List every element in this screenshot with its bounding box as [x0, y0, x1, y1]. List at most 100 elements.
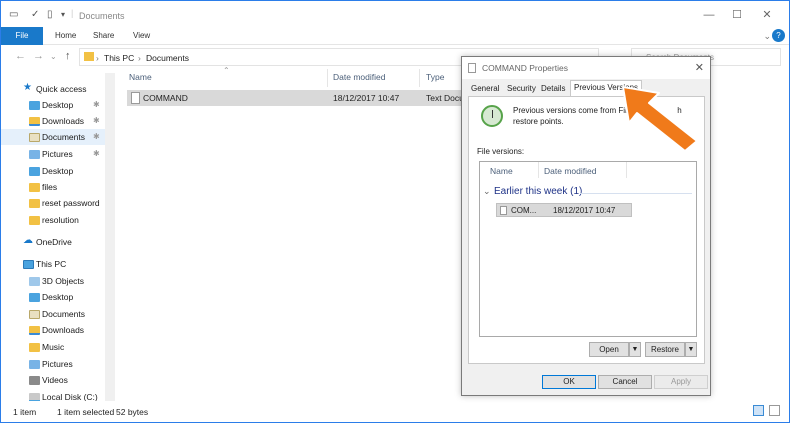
- sidebar-item-label: Quick access: [36, 84, 87, 94]
- ribbon-expand-chevron-icon[interactable]: ⌄: [763, 31, 771, 42]
- properties-check-icon[interactable]: ✓: [31, 9, 39, 20]
- recent-locations-chevron-icon[interactable]: ⌄: [50, 52, 57, 61]
- documents-folder-icon: [29, 310, 40, 319]
- breadcrumb-separator-icon: ›: [138, 53, 141, 63]
- music-folder-icon: [29, 343, 40, 352]
- restore-dropdown-icon[interactable]: ▼: [685, 342, 697, 357]
- help-icon[interactable]: ?: [772, 29, 785, 42]
- sidebar-item-files[interactable]: files: [1, 179, 105, 195]
- tab-security[interactable]: Security: [504, 82, 539, 96]
- sidebar-item-label: reset password: [42, 198, 100, 208]
- sidebar-item-label: Downloads: [42, 116, 85, 126]
- sidebar-item-videos[interactable]: Videos: [1, 372, 105, 388]
- sidebar-item-pc-desktop[interactable]: Desktop: [1, 289, 105, 305]
- sidebar-item-label: Documents: [42, 309, 85, 319]
- up-arrow-icon[interactable]: ↑: [65, 50, 71, 62]
- details-view-icon[interactable]: [753, 405, 764, 416]
- column-divider[interactable]: [327, 69, 328, 87]
- column-header-type[interactable]: Type: [426, 72, 444, 82]
- column-divider[interactable]: [626, 162, 627, 178]
- large-icons-view-icon[interactable]: [769, 405, 780, 416]
- group-header[interactable]: Earlier this week (1): [494, 186, 582, 197]
- downloads-folder-icon: [29, 326, 40, 335]
- column-header-date-modified[interactable]: Date modified: [544, 166, 596, 176]
- pin-icon: ✱: [93, 132, 100, 141]
- sidebar-item-label: Pictures: [42, 359, 73, 369]
- sidebar-item-label: Local Disk (C:): [42, 392, 98, 401]
- forward-arrow-icon[interactable]: →: [33, 50, 44, 62]
- open-dropdown-icon[interactable]: ▼: [629, 342, 641, 357]
- sidebar-item-downloads[interactable]: Downloads ✱: [1, 113, 105, 129]
- sidebar-item-pc-downloads[interactable]: Downloads: [1, 322, 105, 338]
- sidebar-item-documents[interactable]: Documents ✱: [1, 129, 105, 145]
- desktop-folder-icon: [29, 293, 40, 302]
- dialog-close-button[interactable]: ✕: [695, 61, 704, 74]
- tab-details[interactable]: Details: [538, 82, 568, 96]
- maximize-button[interactable]: ☐: [727, 8, 747, 22]
- description-line-2: restore points.: [513, 117, 564, 126]
- sidebar-item-pictures[interactable]: Pictures ✱: [1, 146, 105, 162]
- sidebar-item-label: Videos: [42, 375, 68, 385]
- new-folder-icon[interactable]: ▯: [47, 9, 53, 20]
- sidebar-scrollbar[interactable]: [105, 73, 115, 401]
- tab-share[interactable]: Share: [85, 27, 122, 45]
- group-divider: [580, 193, 692, 194]
- sidebar-item-quick-access[interactable]: ★ Quick access: [1, 81, 105, 97]
- pin-icon: ✱: [93, 116, 100, 125]
- breadcrumb-separator-icon: ›: [96, 53, 99, 63]
- breadcrumb-this-pc[interactable]: This PC: [104, 53, 134, 63]
- table-row[interactable]: COMMAND 18/12/2017 10:47 Text Docu: [127, 90, 464, 106]
- sidebar-item-desktop-2[interactable]: Desktop: [1, 163, 105, 179]
- sidebar-item-3d-objects[interactable]: 3D Objects: [1, 273, 105, 289]
- version-row[interactable]: COM... 18/12/2017 10:47: [496, 203, 632, 217]
- minimize-button[interactable]: —: [699, 8, 719, 22]
- sidebar-item-this-pc[interactable]: This PC: [1, 256, 105, 272]
- sidebar-item-label: Documents: [42, 132, 85, 142]
- pointer-arrow-icon: [622, 86, 698, 152]
- sidebar-item-desktop[interactable]: Desktop ✱: [1, 97, 105, 113]
- status-item-count: 1 item: [13, 407, 37, 417]
- apply-button[interactable]: Apply: [654, 375, 708, 389]
- sidebar-item-resolution[interactable]: resolution: [1, 212, 105, 228]
- quick-access-folder-icon[interactable]: ▭: [9, 9, 18, 20]
- open-button[interactable]: Open: [589, 342, 629, 357]
- sidebar-item-pc-documents[interactable]: Documents: [1, 306, 105, 322]
- column-divider[interactable]: [538, 162, 539, 178]
- sidebar-item-music[interactable]: Music: [1, 339, 105, 355]
- address-folder-icon: [84, 52, 94, 61]
- sidebar-item-onedrive[interactable]: ☁ OneDrive: [1, 234, 105, 250]
- downloads-folder-icon: [29, 117, 40, 126]
- cancel-button[interactable]: Cancel: [598, 375, 652, 389]
- sidebar-item-reset-password[interactable]: reset password: [1, 195, 105, 211]
- sidebar-item-pc-pictures[interactable]: Pictures: [1, 356, 105, 372]
- customize-dropdown-icon[interactable]: ▾: [61, 10, 65, 19]
- tab-view[interactable]: View: [125, 27, 158, 45]
- tab-file[interactable]: File: [1, 27, 43, 45]
- column-divider[interactable]: [419, 69, 420, 87]
- tab-general[interactable]: General: [468, 82, 502, 96]
- sidebar-item-local-disk[interactable]: Local Disk (C:): [1, 389, 105, 401]
- column-header-date-modified[interactable]: Date modified: [333, 72, 385, 82]
- documents-folder-icon: [29, 133, 40, 142]
- title-bar: ▭ ✓ ▯ ▾ | Documents — ☐ ✕: [1, 1, 789, 27]
- pin-icon: ✱: [93, 100, 100, 109]
- text-file-icon: [500, 206, 507, 215]
- breadcrumb-documents[interactable]: Documents: [146, 53, 189, 63]
- restore-button[interactable]: Restore: [645, 342, 685, 357]
- back-arrow-icon[interactable]: ←: [15, 50, 26, 62]
- window-title: Documents: [79, 11, 125, 21]
- close-button[interactable]: ✕: [757, 8, 777, 22]
- sidebar-item-label: This PC: [36, 259, 67, 269]
- folder-icon: [29, 199, 40, 208]
- drive-icon: [29, 393, 40, 401]
- collapse-chevron-icon[interactable]: ⌄: [483, 186, 491, 197]
- folder-icon: [29, 216, 40, 225]
- file-versions-label: File versions:: [477, 147, 525, 156]
- column-header-name[interactable]: Name: [129, 72, 152, 82]
- videos-folder-icon: [29, 376, 40, 385]
- file-versions-list[interactable]: Name Date modified ⌄ Earlier this week (…: [479, 161, 697, 337]
- tab-home[interactable]: Home: [47, 27, 84, 45]
- 3d-objects-folder-icon: [29, 277, 40, 286]
- ok-button[interactable]: OK: [542, 375, 596, 389]
- column-header-name[interactable]: Name: [490, 166, 513, 176]
